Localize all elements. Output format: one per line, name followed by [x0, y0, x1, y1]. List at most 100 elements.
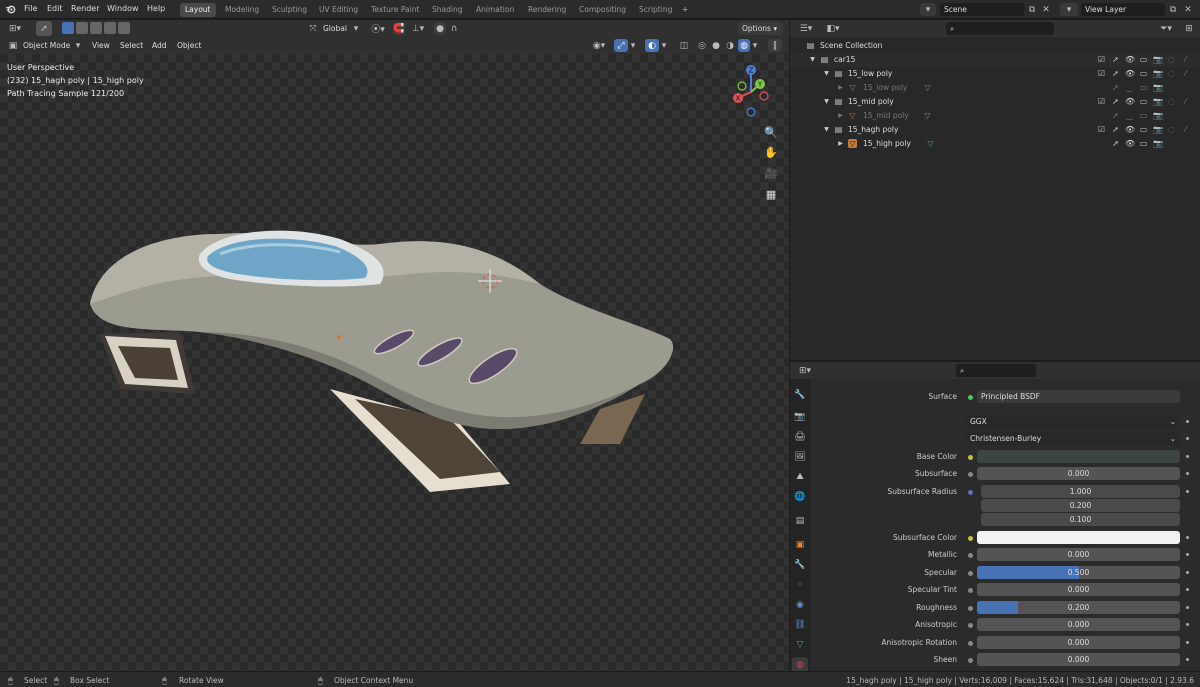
shader-socket-icon[interactable] [968, 395, 973, 400]
xray-toggle-icon[interactable]: ◫ [678, 39, 690, 52]
chevron-down-icon[interactable]: ▼ [822, 125, 831, 134]
select-mode-subtract-icon[interactable] [90, 22, 102, 34]
subsurface-radius-x[interactable]: 1.000 [981, 485, 1180, 498]
options-button[interactable]: Options ▾ [738, 22, 783, 35]
zoom-icon[interactable]: 🔍 [762, 123, 780, 141]
render-camera-icon[interactable]: 📷 [1153, 83, 1163, 92]
distribution-dropdown[interactable]: GGX ⌄ [966, 415, 1180, 428]
keyframe-dot[interactable] [1186, 658, 1189, 661]
sheen-slider[interactable]: 0.000 [977, 653, 1180, 666]
tab-modeling[interactable]: Modeling [220, 3, 264, 17]
monitor-icon[interactable]: ▭ [1139, 125, 1148, 134]
gizmo-neg-z[interactable] [746, 107, 756, 117]
outliner-row-mid-poly-object[interactable]: ▶ ▽ 15_mid poly ▽ ➚ ‿ ▭ 📷 [790, 109, 1200, 123]
tab-rendering[interactable]: Rendering [523, 3, 571, 17]
gizmo-neg-y[interactable] [737, 81, 747, 91]
menu-add[interactable]: Add [152, 41, 167, 50]
holdout-icon[interactable]: ◌ [1167, 69, 1176, 78]
eye-closed-icon[interactable]: ‿ [1125, 111, 1134, 120]
overlays-toggle-icon[interactable]: ◐ [645, 39, 659, 52]
anisotropic-slider[interactable]: 0.000 [977, 618, 1180, 631]
close-icon[interactable]: ✕ [1182, 3, 1194, 16]
scene-icon[interactable]: ▾ [920, 3, 936, 16]
tab-layout[interactable]: Layout [180, 3, 216, 17]
value-socket-icon[interactable] [968, 623, 973, 628]
shading-rendered-icon[interactable]: ◍ [738, 39, 750, 52]
specular-tint-slider[interactable]: 0.000 [977, 583, 1180, 596]
render-camera-icon[interactable]: 📷 [1153, 139, 1163, 148]
tab-sculpting[interactable]: Sculpting [267, 3, 312, 17]
select-arrow-icon[interactable]: ➚ [1111, 55, 1120, 64]
chevron-down-icon[interactable]: ▼ [822, 97, 831, 106]
navigation-gizmo[interactable]: Z Y X [718, 62, 784, 122]
car-model[interactable] [80, 214, 680, 514]
holdout-icon[interactable]: ◌ [1167, 97, 1176, 106]
falloff-icon[interactable]: ∩ [448, 22, 460, 35]
keyframe-dot[interactable] [1186, 536, 1189, 539]
chevron-down-icon[interactable]: ▼ [808, 55, 817, 64]
subsurface-method-dropdown[interactable]: Christensen-Burley ⌄ [966, 432, 1180, 445]
select-mode-invert-icon[interactable] [104, 22, 116, 34]
holdout-icon[interactable]: ◌ [1167, 55, 1176, 64]
pivot-point-icon[interactable]: ⦿▾ [367, 22, 389, 35]
3d-viewport[interactable]: User Perspective (232) 15_hagh poly | 15… [0, 54, 789, 671]
select-arrow-icon[interactable]: ➚ [1111, 125, 1120, 134]
close-icon[interactable]: ✕ [1040, 3, 1052, 16]
monitor-icon[interactable]: ▭ [1139, 97, 1148, 106]
render-camera-icon[interactable]: 📷 [1153, 97, 1163, 106]
keyframe-dot[interactable] [1186, 472, 1189, 475]
keyframe-dot[interactable] [1186, 455, 1189, 458]
monitor-icon[interactable]: ▭ [1139, 55, 1148, 64]
keyframe-dot[interactable] [1186, 490, 1189, 493]
chevron-down-icon[interactable]: ▼ [822, 69, 831, 78]
select-mode-new-icon[interactable] [62, 22, 74, 34]
view-layer-field[interactable]: View Layer [1081, 3, 1165, 16]
outliner-row-hagh-poly-collection[interactable]: ▼ ▤ 15_hagh poly ☑ ➚ 👁 ▭ 📷 ◌ ⁄ [790, 123, 1200, 137]
chevron-right-icon[interactable]: ▶ [836, 83, 845, 92]
menu-help[interactable]: Help [147, 4, 165, 13]
visibility-icon[interactable]: ◉▾ [588, 39, 610, 52]
indirect-icon[interactable]: ⁄ [1181, 55, 1190, 64]
checkbox-icon[interactable]: ☑ [1097, 69, 1106, 78]
keyframe-dot[interactable] [1186, 588, 1189, 591]
outliner-row-scene-collection[interactable]: ▤ Scene Collection [790, 39, 1200, 53]
surface-shader-field[interactable]: Principled BSDF [977, 390, 1180, 403]
outliner-row-mid-poly-collection[interactable]: ▼ ▤ 15_mid poly ☑ ➚ 👁 ▭ 📷 ◌ ⁄ [790, 95, 1200, 109]
keyframe-dot[interactable] [1186, 623, 1189, 626]
roughness-slider[interactable]: 0.200 [977, 601, 1180, 614]
menu-file[interactable]: File [24, 4, 37, 13]
value-socket-icon[interactable] [968, 571, 973, 576]
scene-field[interactable]: Scene [940, 3, 1024, 16]
monitor-icon[interactable]: ▭ [1139, 83, 1148, 92]
indirect-icon[interactable]: ⁄ [1181, 69, 1190, 78]
checkbox-icon[interactable]: ☑ [1097, 125, 1106, 134]
subsurface-color-swatch[interactable] [977, 531, 1180, 544]
eye-icon[interactable]: 👁 [1125, 139, 1135, 148]
object-mode-dropdown[interactable]: Object Mode [23, 41, 70, 50]
new-collection-icon[interactable]: ⊞ [1182, 22, 1196, 35]
add-workspace-button[interactable]: + [677, 3, 693, 17]
menu-view[interactable]: View [92, 41, 110, 50]
outliner-row-low-poly-object[interactable]: ▶ ▽ 15_low poly ▽ ➚ ‿ ▭ 📷 [790, 81, 1200, 95]
keyframe-dot[interactable] [1186, 437, 1189, 440]
color-socket-icon[interactable] [968, 455, 973, 460]
pause-render-icon[interactable]: ‖ [768, 39, 782, 52]
select-mode-extend-icon[interactable] [76, 22, 88, 34]
anisotropic-rotation-slider[interactable]: 0.000 [977, 636, 1180, 649]
chevron-down-icon[interactable]: ▾ [751, 39, 759, 52]
chevron-right-icon[interactable]: ▶ [836, 139, 845, 148]
copy-scene-icon[interactable]: ⧉ [1026, 3, 1038, 16]
indirect-icon[interactable]: ⁄ [1181, 125, 1190, 134]
subsurface-radius-y[interactable]: 0.200 [981, 499, 1180, 512]
monitor-icon[interactable]: ▭ [1139, 69, 1148, 78]
copy-view-layer-icon[interactable]: ⧉ [1167, 3, 1179, 16]
color-socket-icon[interactable] [968, 536, 973, 541]
chevron-right-icon[interactable]: ▶ [836, 111, 845, 120]
value-socket-icon[interactable] [968, 553, 973, 558]
select-cursor-icon[interactable]: ➚ [36, 21, 52, 36]
eye-closed-icon[interactable]: ‿ [1125, 83, 1134, 92]
gizmo-neg-x[interactable] [759, 91, 769, 101]
display-mode-icon[interactable]: ◧▾ [822, 22, 844, 35]
vector-socket-icon[interactable] [968, 490, 973, 495]
menu-select[interactable]: Select [120, 41, 143, 50]
